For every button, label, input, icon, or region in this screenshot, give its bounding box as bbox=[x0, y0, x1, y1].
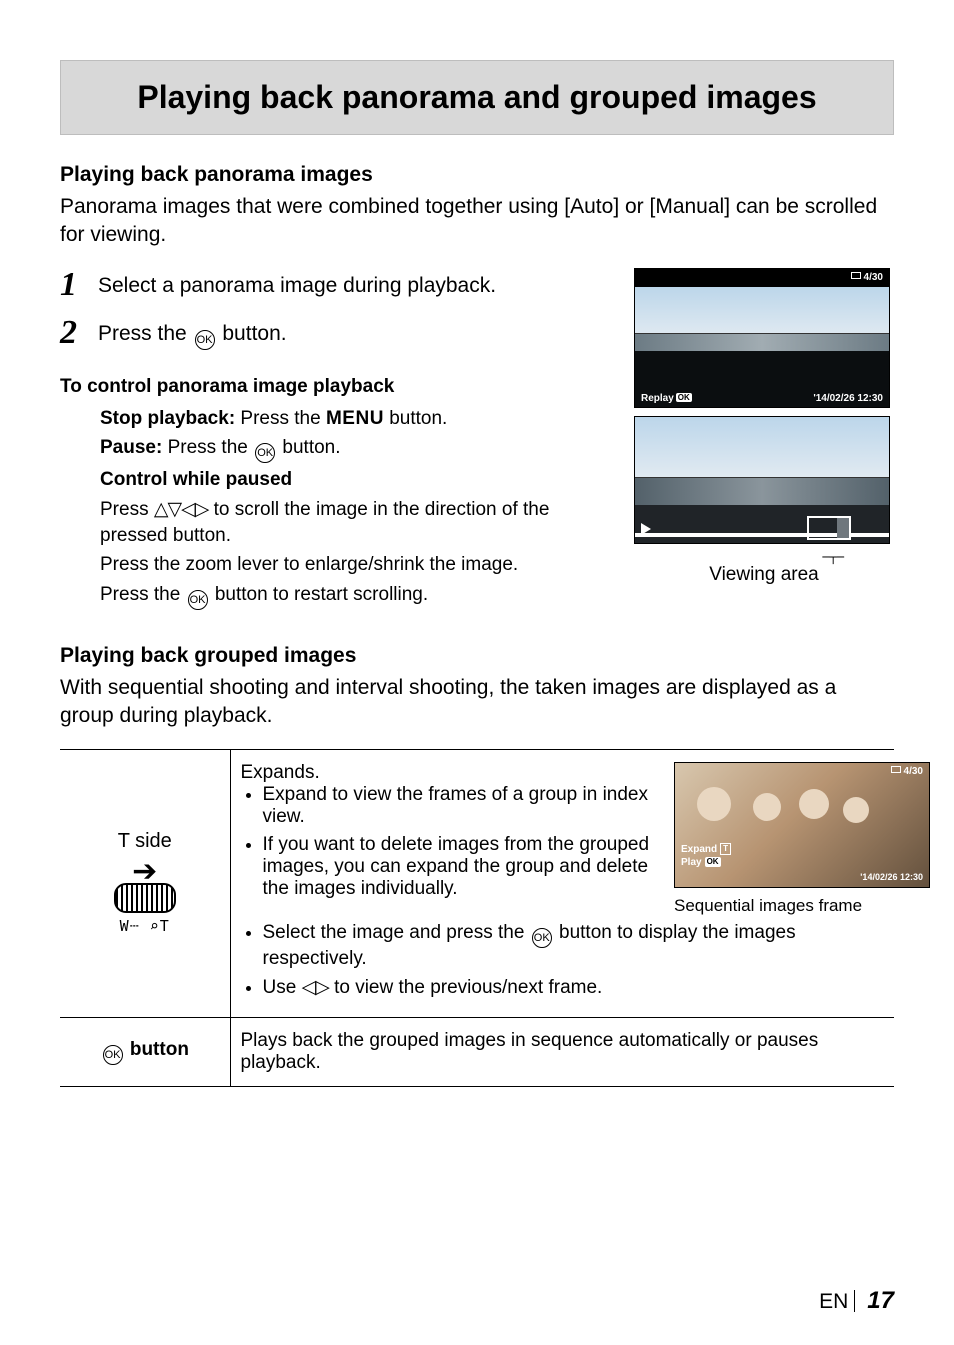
page-title: Playing back panorama and grouped images bbox=[77, 79, 877, 116]
cell-ok-button: OK button bbox=[60, 1017, 230, 1086]
page-title-bar: Playing back panorama and grouped images bbox=[60, 60, 894, 135]
page-footer: EN17 bbox=[819, 1287, 894, 1315]
ok-button-icon: OK bbox=[195, 330, 215, 350]
step-2: 2 Press the OK button. bbox=[60, 316, 610, 350]
step-number-1: 1 bbox=[60, 268, 86, 302]
intro-panorama: Panorama images that were combined toget… bbox=[60, 193, 894, 250]
arrow-right-icon: ➔ bbox=[114, 863, 176, 881]
step-2-text: Press the OK button. bbox=[98, 316, 287, 350]
panorama-icon bbox=[851, 272, 861, 279]
viewing-area-caption: Viewing area bbox=[634, 564, 894, 586]
step-1-text: Select a panorama image during playback. bbox=[98, 268, 496, 300]
panorama-viewing-thumbnail bbox=[634, 416, 890, 544]
cell-t-side-desc: Expands. Expand to view the frames of a … bbox=[230, 749, 894, 1017]
heading-grouped: Playing back grouped images bbox=[60, 644, 894, 668]
group-icon bbox=[891, 766, 901, 773]
step-number-2: 2 bbox=[60, 316, 86, 350]
grouped-controls-table: T side ➔ W┄ ⌕T Expands. Expand to view t… bbox=[60, 749, 894, 1087]
section-grouped: Playing back grouped images With sequent… bbox=[60, 644, 894, 1087]
heading-panorama: Playing back panorama images bbox=[60, 163, 894, 187]
ok-button-icon: OK bbox=[532, 928, 552, 948]
cell-t-side: T side ➔ W┄ ⌕T bbox=[60, 749, 230, 1017]
sequential-images-thumbnail: 4/30 ExpandT PlayOK '14/02/26 12:30 bbox=[674, 762, 930, 888]
step-1: 1 Select a panorama image during playbac… bbox=[60, 268, 610, 302]
heading-control-playback: To control panorama image playback bbox=[60, 376, 610, 398]
dpad-icon: △▽◁▷ bbox=[154, 499, 208, 520]
ok-badge-icon: OK bbox=[676, 393, 692, 402]
intro-grouped: With sequential shooting and interval sh… bbox=[60, 674, 894, 731]
control-details: Stop playback: Press the MENU button. Pa… bbox=[100, 406, 610, 610]
cell-ok-desc: Plays back the grouped images in sequenc… bbox=[230, 1017, 894, 1086]
menu-button-label: MENU bbox=[326, 408, 384, 429]
ok-button-icon: OK bbox=[103, 1045, 123, 1065]
zoom-lever-icon: ➔ W┄ ⌕T bbox=[114, 863, 176, 937]
t-badge-icon: T bbox=[720, 843, 731, 855]
panorama-playback-thumbnail: 4/30 ReplayOK '14/02/26 12:30 bbox=[634, 268, 890, 408]
ok-button-icon: OK bbox=[255, 443, 275, 463]
ok-button-icon: OK bbox=[188, 590, 208, 610]
sequential-caption: Sequential images frame bbox=[674, 896, 884, 916]
ok-badge-icon: OK bbox=[705, 857, 721, 867]
section-panorama: Playing back panorama images Panorama im… bbox=[60, 163, 894, 614]
callout-line: ─┬─ bbox=[634, 552, 844, 562]
left-right-icon: ◁▷ bbox=[302, 977, 329, 998]
